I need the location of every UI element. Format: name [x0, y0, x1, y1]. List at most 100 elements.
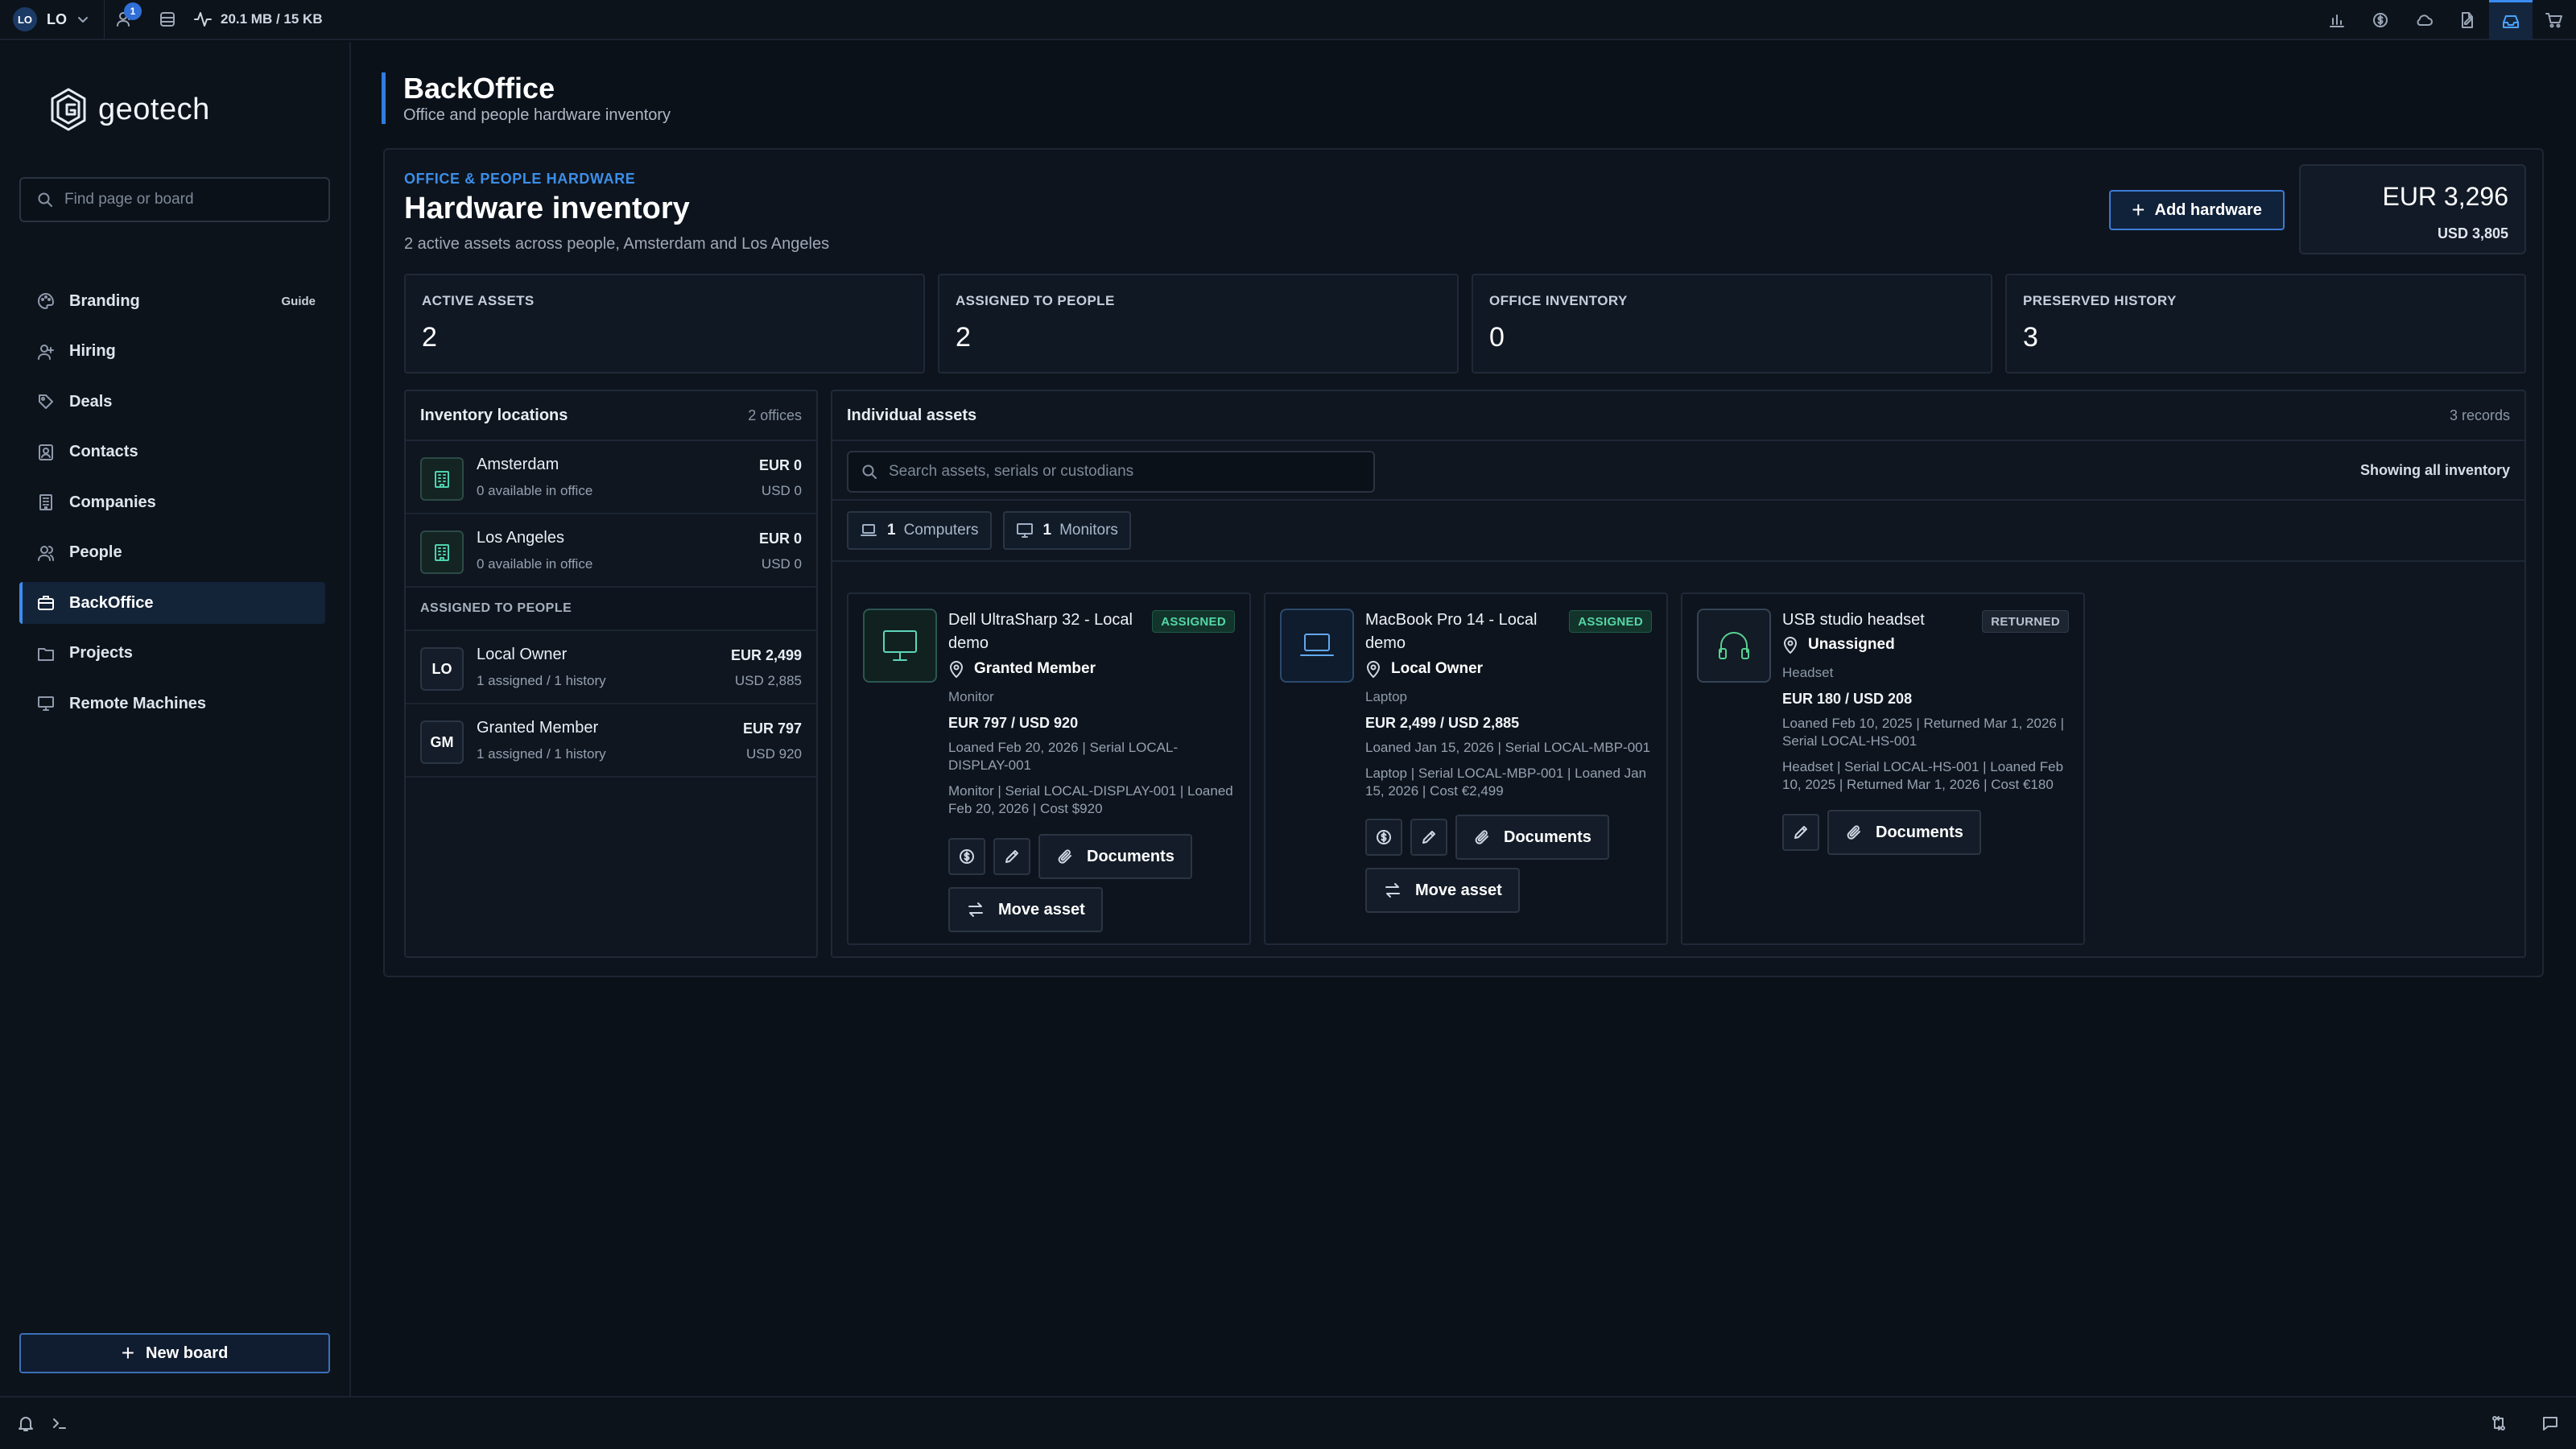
sidebar-item-contacts[interactable]: Contacts: [19, 431, 325, 473]
new-board-button[interactable]: + New board: [19, 1333, 330, 1373]
person-avatar: GM: [420, 720, 464, 764]
terminal-button[interactable]: [34, 1397, 85, 1449]
documents-button[interactable]: Documents: [1827, 810, 1981, 855]
add-hardware-label: Add hardware: [2154, 200, 2262, 219]
sidebar-item-people[interactable]: People: [19, 532, 325, 574]
location-name: Los Angeles: [477, 529, 564, 547]
pencil-icon: [1420, 828, 1438, 846]
custodian-name: Granted Member: [974, 660, 1096, 677]
asset-loan-info: Loaned Feb 20, 2026 | Serial LOCAL-DISPL…: [948, 740, 1179, 773]
sidebar-item-backoffice[interactable]: BackOffice: [19, 582, 325, 624]
chat-button[interactable]: [2524, 1397, 2576, 1449]
analytics-button[interactable]: [2315, 0, 2359, 40]
sidebar-item-projects[interactable]: Projects: [19, 633, 325, 675]
map-pin-icon: [948, 660, 964, 678]
category-filters: 1 Computers 1 Monitors: [832, 501, 2524, 562]
sidebar-item-label: Projects: [69, 644, 133, 662]
page-search[interactable]: [19, 177, 330, 222]
tag-icon: [37, 393, 56, 411]
cart-button[interactable]: [2533, 0, 2576, 40]
edit-button[interactable]: [1410, 819, 1447, 856]
chevron-down-icon: [76, 13, 89, 26]
page-title: BackOffice: [403, 72, 555, 105]
sidebar-item-remote-machines[interactable]: Remote Machines: [19, 683, 325, 724]
sidebar-item-hiring[interactable]: Hiring: [19, 331, 325, 373]
section-eyebrow: OFFICE & PEOPLE HARDWARE: [404, 171, 636, 187]
office-building-icon: [420, 530, 464, 574]
billing-button[interactable]: [2359, 0, 2402, 40]
documents-button[interactable]: Documents: [1455, 815, 1609, 860]
move-asset-label: Move asset: [998, 900, 1085, 919]
person-row-local-owner[interactable]: LO Local Owner 1 assigned / 1 history EU…: [406, 631, 816, 704]
assets-count: 3 records: [2449, 407, 2510, 423]
filter-monitors[interactable]: 1 Monitors: [1002, 511, 1131, 550]
documents-button[interactable]: [2446, 0, 2489, 40]
locations-title: Inventory locations: [420, 406, 568, 424]
documents-button[interactable]: Documents: [1038, 834, 1192, 879]
asset-details: Laptop | Serial LOCAL-MBP-001 | Loaned J…: [1365, 766, 1647, 799]
sidebar-item-label: Contacts: [69, 443, 138, 460]
swap-arrows-icon: [968, 902, 983, 917]
assets-search[interactable]: [847, 451, 1375, 493]
person-avatar: LO: [420, 647, 464, 691]
asset-custodian: Unassigned: [1782, 636, 1895, 654]
asset-title: USB studio headset: [1782, 611, 1925, 629]
map-pin-icon: [1782, 636, 1798, 654]
dollar-circle-icon: [2372, 11, 2389, 29]
asset-price: EUR 180 / USD 208: [1782, 691, 1913, 707]
individual-assets: Individual assets 3 records Showing all …: [831, 390, 2526, 958]
user-menu[interactable]: LO LO: [0, 0, 89, 39]
assets-search-input[interactable]: [889, 463, 1372, 481]
cost-button[interactable]: [1365, 819, 1402, 856]
logo-text: geotech: [98, 92, 210, 126]
location-value-usd: USD 0: [761, 556, 802, 572]
team-button[interactable]: 1: [105, 0, 147, 39]
asset-actions: Documents: [948, 834, 1192, 879]
user-plus-icon: [37, 343, 56, 361]
status-badge: ASSIGNED: [1152, 610, 1235, 633]
sidebar-item-label: Branding: [69, 291, 140, 310]
filter-computers[interactable]: 1 Computers: [847, 511, 992, 550]
move-asset-button[interactable]: Move asset: [948, 887, 1103, 932]
plus-icon: +: [121, 1340, 135, 1365]
move-asset-button[interactable]: Move asset: [1365, 868, 1520, 913]
asset-card-usb-headset[interactable]: USB studio headset RETURNED Unassigned H…: [1681, 592, 2085, 945]
edit-button[interactable]: [1782, 814, 1819, 851]
location-value-eur: EUR 0: [758, 457, 802, 473]
showing-filter[interactable]: Showing all inventory: [2360, 462, 2510, 479]
sidebar-item-companies[interactable]: Companies: [19, 481, 325, 523]
stat-label: PRESERVED HISTORY: [2023, 293, 2177, 308]
inventory-button[interactable]: [2489, 0, 2533, 40]
guide-link[interactable]: Guide: [281, 295, 316, 308]
bottom-bar: [0, 1396, 2576, 1449]
asset-card-dell-ultrasharp[interactable]: Dell UltraSharp 32 - Local demo ASSIGNED…: [847, 592, 1251, 945]
database-button[interactable]: [147, 0, 188, 39]
page-search-input[interactable]: [64, 191, 322, 208]
person-value-eur: EUR 797: [742, 720, 802, 737]
activity-icon: [193, 10, 213, 29]
sidebar-item-branding[interactable]: Branding Guide: [19, 280, 325, 322]
sidebar-item-label: Remote Machines: [69, 694, 207, 712]
stat-office-inventory: OFFICE INVENTORY 0: [1472, 274, 1992, 374]
diff-button[interactable]: [2473, 1397, 2524, 1449]
location-row-amsterdam[interactable]: Amsterdam 0 available in office EUR 0 US…: [406, 441, 816, 514]
asset-type: Headset: [1782, 665, 1834, 680]
cost-button[interactable]: [948, 838, 985, 875]
assigned-to-people-heading: ASSIGNED TO PEOPLE: [406, 588, 816, 631]
search-icon: [861, 464, 877, 480]
add-hardware-button[interactable]: + Add hardware: [2109, 190, 2285, 230]
sidebar-item-deals[interactable]: Deals: [19, 381, 325, 423]
edit-button[interactable]: [993, 838, 1030, 875]
user-avatar: LO: [13, 7, 37, 31]
location-availability: 0 available in office: [477, 483, 593, 498]
location-row-los-angeles[interactable]: Los Angeles 0 available in office EUR 0 …: [406, 514, 816, 588]
asset-card-macbook-pro[interactable]: MacBook Pro 14 - Local demo ASSIGNED Loc…: [1264, 592, 1668, 945]
map-pin-icon: [1365, 660, 1381, 678]
stat-label: OFFICE INVENTORY: [1489, 293, 1628, 308]
stat-value: 2: [422, 322, 437, 353]
swap-arrows-icon: [1385, 883, 1400, 898]
cloud-button[interactable]: [2402, 0, 2446, 40]
logo[interactable]: geotech: [48, 87, 210, 132]
person-row-granted-member[interactable]: GM Granted Member 1 assigned / 1 history…: [406, 704, 816, 778]
asset-details: Headset | Serial LOCAL-HS-001 | Loaned F…: [1782, 759, 2064, 792]
